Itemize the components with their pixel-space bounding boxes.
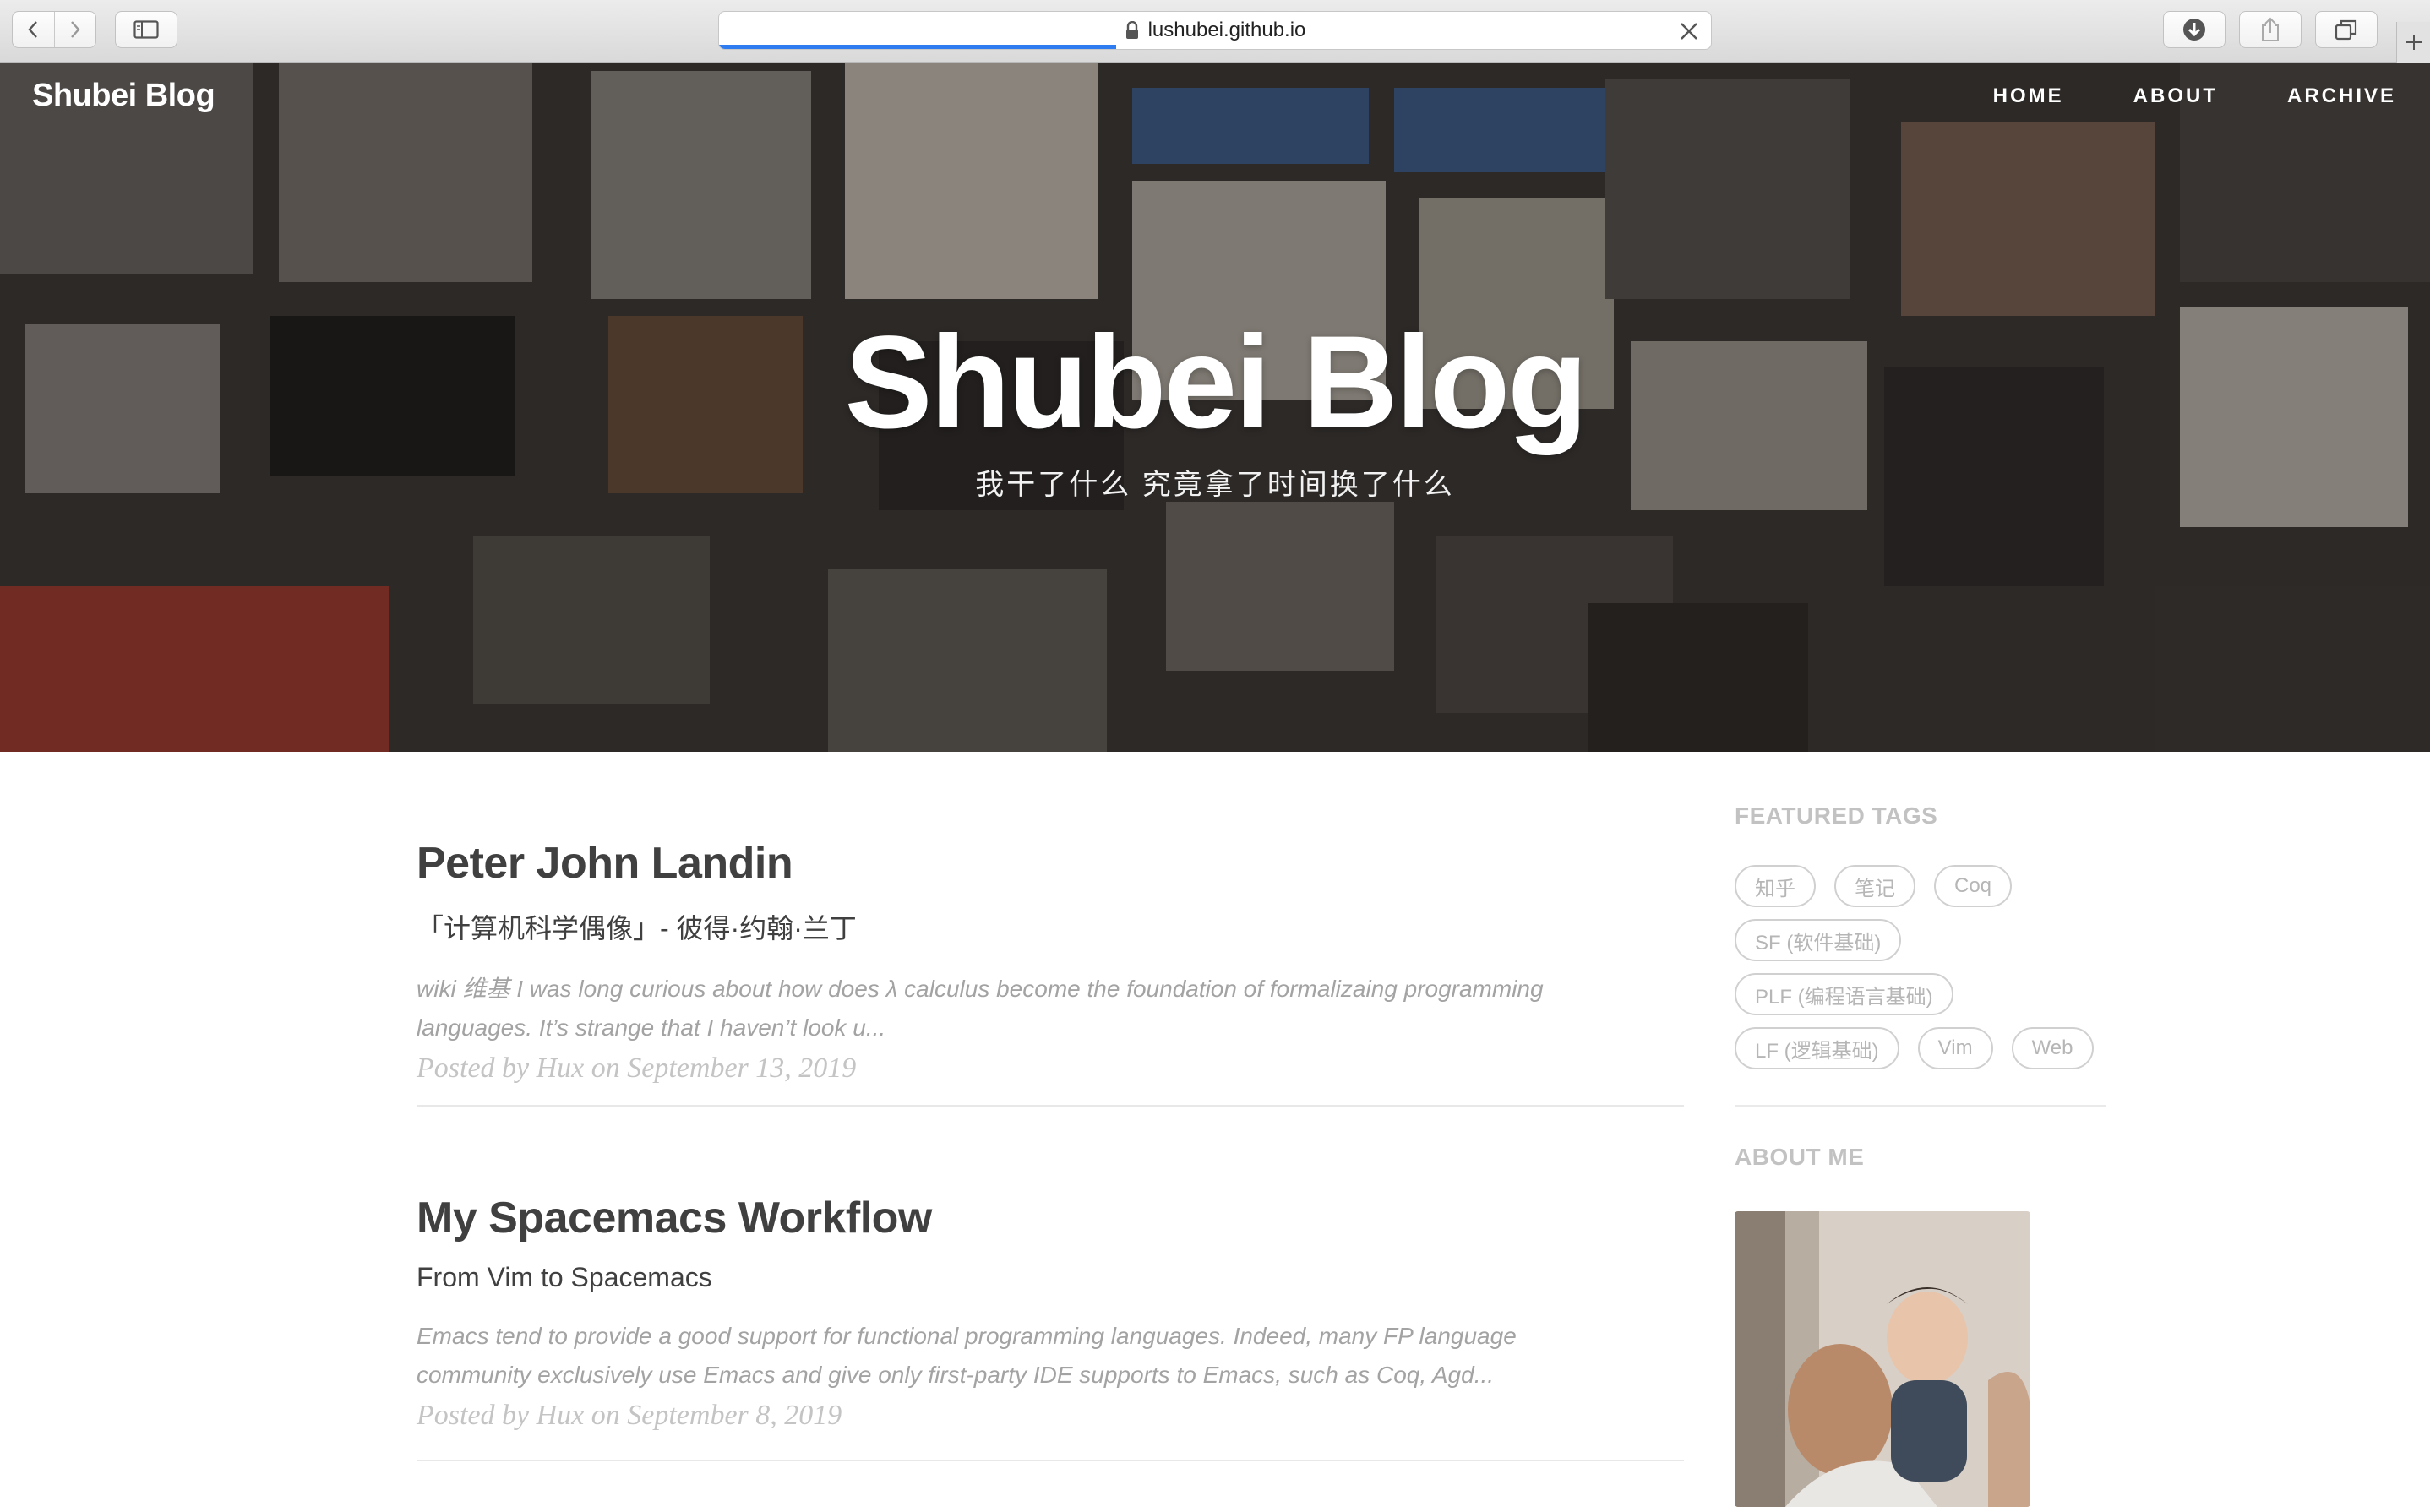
hero-subtitle: 我干了什么 究竟拿了时间换了什么 [975, 469, 1455, 501]
sidebar-icon [133, 20, 159, 39]
post-subtitle[interactable]: From Vim to Spacemacs [417, 1262, 1684, 1293]
post-excerpt[interactable]: wiki 维基 I was long curious about how doe… [417, 970, 1633, 1047]
close-icon[interactable] [1679, 21, 1699, 41]
about-me-heading: ABOUT ME [1735, 1144, 1865, 1170]
back-button[interactable] [13, 12, 54, 47]
url-text: lushubei.github.io [1147, 19, 1306, 41]
new-tab-button[interactable] [2396, 22, 2430, 63]
sidebar: FEATURED TAGS 知乎 笔记 Coq SF (软件基础) PLF (编… [1735, 752, 2106, 1507]
tag-cloud: 知乎 笔记 Coq SF (软件基础) PLF (编程语言基础) LF (逻辑基… [1735, 865, 2106, 1069]
tag-lf[interactable]: LF (逻辑基础) [1735, 1027, 1899, 1069]
tag-plf[interactable]: PLF (编程语言基础) [1735, 973, 1953, 1015]
downloads-button[interactable] [2163, 11, 2226, 48]
post-meta: Posted by Hux on September 8, 2019 [417, 1400, 842, 1431]
url-display[interactable]: lushubei.github.io [719, 12, 1711, 49]
post-title[interactable]: Peter John Landin [417, 838, 1684, 889]
post-title[interactable]: My Spacemacs Workflow [417, 1193, 1684, 1243]
site-brand[interactable]: Shubei Blog [32, 78, 215, 114]
post-meta: Posted by Hux on September 13, 2019 [417, 1052, 857, 1084]
nav-home[interactable]: HOME [1993, 84, 2064, 108]
tabs-overview-button[interactable] [2315, 11, 2378, 48]
author-photo [1735, 1211, 2030, 1507]
back-icon [28, 21, 38, 38]
tabs-icon [2335, 19, 2357, 41]
lock-icon [1125, 21, 1138, 39]
forward-button[interactable] [53, 12, 96, 47]
featured-tags-heading: FEATURED TAGS [1735, 802, 1938, 829]
share-button[interactable] [2239, 11, 2302, 48]
hero-title: Shubei Blog [844, 309, 1588, 456]
tag-sf[interactable]: SF (软件基础) [1735, 919, 1902, 961]
history-buttons [12, 11, 96, 48]
sidebar-button[interactable] [115, 11, 177, 48]
nav-about[interactable]: ABOUT [2133, 84, 2218, 108]
post-preview[interactable]: My Spacemacs Workflow From Vim to Spacem… [417, 1107, 1684, 1461]
tag-zhihu[interactable]: 知乎 [1735, 865, 1816, 907]
top-navigation: HOME ABOUT ARCHIVE [1993, 84, 2396, 108]
address-bar[interactable]: lushubei.github.io [718, 11, 1712, 50]
nav-archive[interactable]: ARCHIVE [2287, 84, 2396, 108]
share-icon [2262, 17, 2279, 41]
hero-header: Shubei Blog HOME ABOUT ARCHIVE Shubei Bl… [0, 63, 2430, 752]
post-preview[interactable]: Peter John Landin 「计算机科学偶像」- 彼得·约翰·兰丁 wi… [417, 752, 1684, 1107]
tag-notes[interactable]: 笔记 [1834, 865, 1915, 907]
download-icon [2183, 19, 2205, 41]
post-subtitle[interactable]: 「计算机科学偶像」- 彼得·约翰·兰丁 [417, 907, 1684, 946]
post-list: Peter John Landin 「计算机科学偶像」- 彼得·约翰·兰丁 wi… [417, 752, 1684, 1461]
forward-icon [70, 21, 80, 38]
load-progress-bar [719, 45, 1116, 49]
tag-vim[interactable]: Vim [1917, 1027, 1993, 1069]
tag-coq[interactable]: Coq [1934, 865, 2013, 907]
plus-icon [2405, 35, 2422, 50]
browser-toolbar: lushubei.github.io [0, 0, 2430, 63]
sidebar-divider [1735, 1105, 2106, 1107]
post-excerpt[interactable]: Emacs tend to provide a good support for… [417, 1317, 1633, 1395]
tag-web[interactable]: Web [2011, 1027, 2094, 1069]
